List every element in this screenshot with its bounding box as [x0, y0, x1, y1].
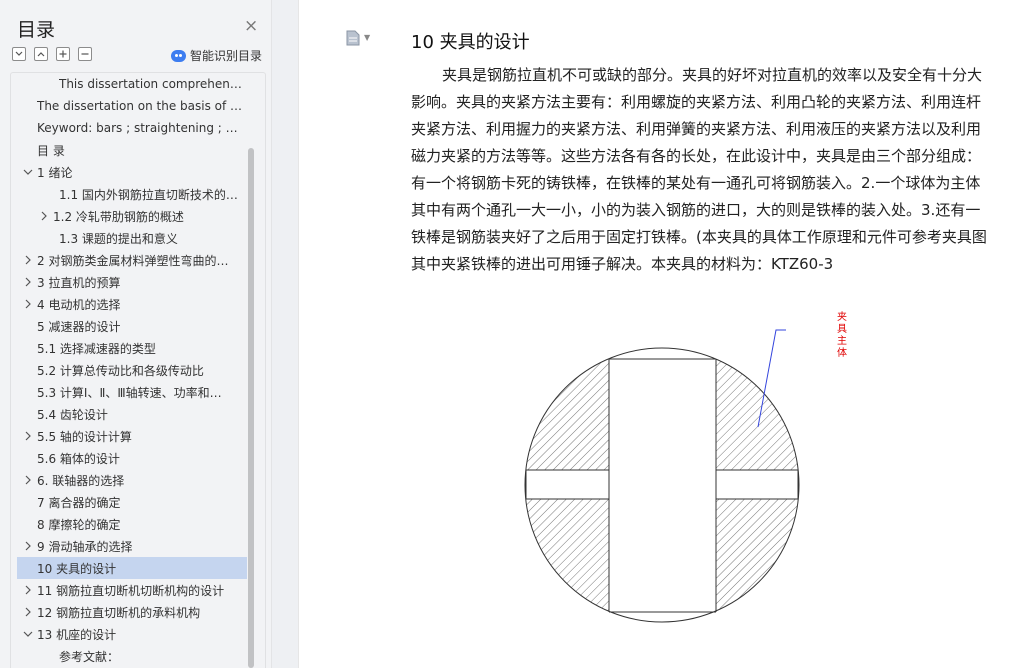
toc-item[interactable]: 7 离合器的确定 [17, 491, 247, 513]
smart-toc-button[interactable]: 智能识别目录 [171, 47, 262, 64]
ai-icon [171, 49, 186, 62]
paragraph-line: 其中有两个通孔一大一小，小的为装入钢筋的进口，大的则是铁棒的装入处。3.还有一 [411, 201, 981, 219]
toc-item-label: 9 滑动轴承的选择 [37, 539, 133, 554]
toc-item-label: 1 绪论 [37, 165, 73, 180]
toc-item-label: Keyword: bars ; straightening ; … [37, 121, 238, 135]
toc-item[interactable]: This dissertation comprehen… [17, 73, 247, 95]
toc-item[interactable]: 5 减速器的设计 [17, 315, 247, 337]
toc-sidebar: 目录 × 智能识别目录 This dissertation comprehen…… [0, 0, 272, 668]
toc-item[interactable]: 1 绪论 [17, 161, 247, 183]
section-heading: 10 夹具的设计 [411, 32, 530, 53]
toc-item-label: 3 拉直机的预算 [37, 275, 121, 290]
toc-item-label: 参考文献： [59, 649, 120, 664]
document-page: ▼ 10 夹具的设计 夹具是钢筋拉直机不可或缺的部分。夹具的好坏对拉直机的效率以… [298, 0, 1013, 668]
toc-item-label: 10 夹具的设计 [37, 561, 117, 576]
toc-toolbar [12, 47, 92, 61]
add-heading-icon[interactable] [56, 47, 70, 61]
toc-item[interactable]: 5.2 计算总传动比和各级传动比 [17, 359, 247, 381]
pane-divider[interactable] [272, 0, 298, 668]
sidebar-title: 目录 [17, 19, 56, 41]
toc-item[interactable]: 3 拉直机的预算 [17, 271, 247, 293]
toc-item[interactable]: 12 钢筋拉直切断机的承料机构 [17, 601, 247, 623]
toc-item[interactable]: 目 录 [17, 139, 247, 161]
toc-item[interactable]: 1.2 冷轧带肋钢筋的概述 [17, 205, 247, 227]
toc-item-label: 5.6 箱体的设计 [37, 451, 120, 466]
close-icon[interactable]: × [244, 16, 258, 36]
toc-item-label: 13 机座的设计 [37, 627, 117, 642]
toc-item[interactable]: 5.6 箱体的设计 [17, 447, 247, 469]
toc-item-label: 5.2 计算总传动比和各级传动比 [37, 363, 204, 378]
toc-item-label: 1.3 课题的提出和意义 [59, 231, 178, 246]
remove-heading-icon[interactable] [78, 47, 92, 61]
chevron-right-icon[interactable] [23, 299, 33, 309]
toc-item-label: 1.1 国内外钢筋拉直切断技术的… [59, 187, 238, 202]
toc-item[interactable]: 2 对钢筋类金属材料弹塑性弯曲的… [17, 249, 247, 271]
toc-item[interactable]: 8 摩擦轮的确定 [17, 513, 247, 535]
toc-item[interactable]: 5.4 齿轮设计 [17, 403, 247, 425]
toc-item[interactable]: 1.1 国内外钢筋拉直切断技术的… [17, 183, 247, 205]
toc-item[interactable]: 4 电动机的选择 [17, 293, 247, 315]
toc-item-label: 5.1 选择减速器的类型 [37, 341, 156, 356]
toc-item-label: 4 电动机的选择 [37, 297, 121, 312]
chevron-right-icon[interactable] [39, 211, 49, 221]
chevron-right-icon[interactable] [23, 277, 33, 287]
toc-item-label: 1.2 冷轧带肋钢筋的概述 [53, 209, 184, 224]
paragraph-line: 其中夹紧铁棒的进出可用锤子解决。本夹具的材料为：KTZ60-3 [411, 255, 834, 273]
paragraph-line: 夹紧方法、利用握力的夹紧方法、利用弹簧的夹紧方法、利用液压的夹紧方法以及利用 [411, 120, 982, 138]
toc-item-label: 7 离合器的确定 [37, 495, 121, 510]
toc-item[interactable]: 10 夹具的设计 [17, 557, 247, 579]
paragraph-line: 影响。夹具的夹紧方法主要有：利用螺旋的夹紧方法、利用凸轮的夹紧方法、利用连杆 [411, 93, 982, 111]
chevron-right-icon[interactable] [23, 585, 33, 595]
drawing-callout: 夹具主体 [837, 312, 847, 359]
toc-item-label: 5.4 齿轮设计 [37, 407, 108, 422]
toc-item[interactable]: 参考文献： [17, 645, 247, 667]
toc-item[interactable]: 1.3 课题的提出和意义 [17, 227, 247, 249]
chevron-down-icon[interactable] [23, 629, 33, 639]
chevron-right-icon[interactable] [23, 431, 33, 441]
toc-item-label: 5.5 轴的设计计算 [37, 429, 132, 444]
chevron-right-icon[interactable] [23, 255, 33, 265]
paragraph-line: 磁力夹紧的方法等等。这些方法各有各的长处，在此设计中，夹具是由三个部分组成： [411, 147, 982, 165]
toc-list: This dissertation comprehen… The disserta… [10, 72, 266, 668]
toc-item-label: 11 钢筋拉直切断机切断机构的设计 [37, 583, 225, 598]
app-window: 目录 × 智能识别目录 This dissertation comprehen…… [0, 0, 1013, 668]
document-icon[interactable] [346, 30, 360, 46]
toc-item[interactable]: The dissertation on the basis of t… [17, 95, 247, 117]
toc-item-label: 8 摩擦轮的确定 [37, 517, 121, 532]
expand-all-icon[interactable] [34, 47, 48, 61]
toc-item[interactable]: Keyword: bars ; straightening ; … [17, 117, 247, 139]
collapse-all-icon[interactable] [12, 47, 26, 61]
paragraph-line: 有一个将钢筋卡死的铸铁棒，在铁棒的某处有一通孔可将钢筋装入。2.一个球体为主体 [411, 174, 981, 192]
chevron-down-icon[interactable] [23, 167, 33, 177]
chevron-down-icon[interactable]: ▼ [364, 33, 370, 42]
toc-item-label: 2 对钢筋类金属材料弹塑性弯曲的… [37, 253, 229, 268]
smart-toc-label: 智能识别目录 [190, 49, 263, 63]
chevron-right-icon[interactable] [23, 607, 33, 617]
chevron-right-icon[interactable] [23, 475, 33, 485]
toc-item[interactable]: 5.5 轴的设计计算 [17, 425, 247, 447]
toc-item-label: The dissertation on the basis of t… [37, 99, 243, 113]
chevron-right-icon[interactable] [23, 541, 33, 551]
toc-item[interactable]: 11 钢筋拉直切断机切断机构的设计 [17, 579, 247, 601]
toc-item-label: 目 录 [37, 143, 65, 158]
toc-item-label: This dissertation comprehen… [59, 77, 242, 91]
toc-item[interactable]: 5.1 选择减速器的类型 [17, 337, 247, 359]
paragraph-line: 铁棒是钢筋装夹好了之后用于固定打铁棒。(本夹具的具体工作原理和元件可参考夹具图 [411, 228, 987, 246]
toc-item[interactable]: 5.3 计算Ⅰ、Ⅱ、Ⅲ轴转速、功率和… [17, 381, 247, 403]
toc-item[interactable]: 6. 联轴器的选择 [17, 469, 247, 491]
toc-item-label: 12 钢筋拉直切断机的承料机构 [37, 605, 201, 620]
fixture-drawing [524, 329, 800, 623]
toc-item-label: 6. 联轴器的选择 [37, 473, 125, 488]
paragraph-line: 夹具是钢筋拉直机不可或缺的部分。夹具的好坏对拉直机的效率以及安全有十分大 [442, 66, 983, 84]
toc-item[interactable]: 9 滑动轴承的选择 [17, 535, 247, 557]
toc-item-label: 5 减速器的设计 [37, 319, 121, 334]
toc-item[interactable]: 13 机座的设计 [17, 623, 247, 645]
toc-scrollbar[interactable] [248, 148, 254, 668]
toc-item-label: 5.3 计算Ⅰ、Ⅱ、Ⅲ轴转速、功率和… [37, 385, 222, 400]
